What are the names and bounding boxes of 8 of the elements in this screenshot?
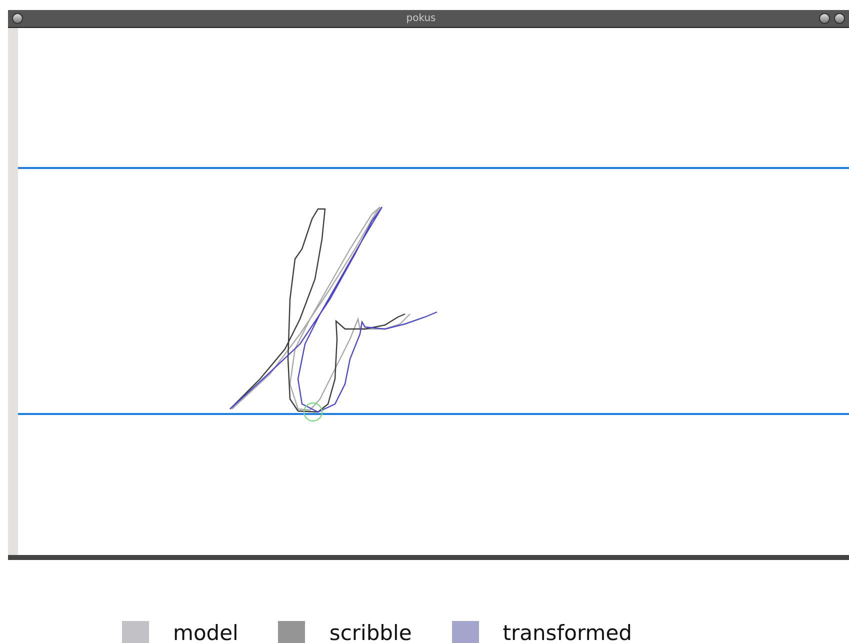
window-menu-button[interactable] [12, 13, 23, 24]
legend-label: transformed [502, 620, 632, 643]
legend-label: model [173, 620, 238, 643]
window-title: pokus [406, 12, 436, 24]
minimize-button[interactable] [819, 13, 830, 24]
anchor-circle [303, 402, 323, 422]
legend-label: scribble [329, 620, 412, 643]
maximize-button[interactable] [834, 13, 845, 24]
